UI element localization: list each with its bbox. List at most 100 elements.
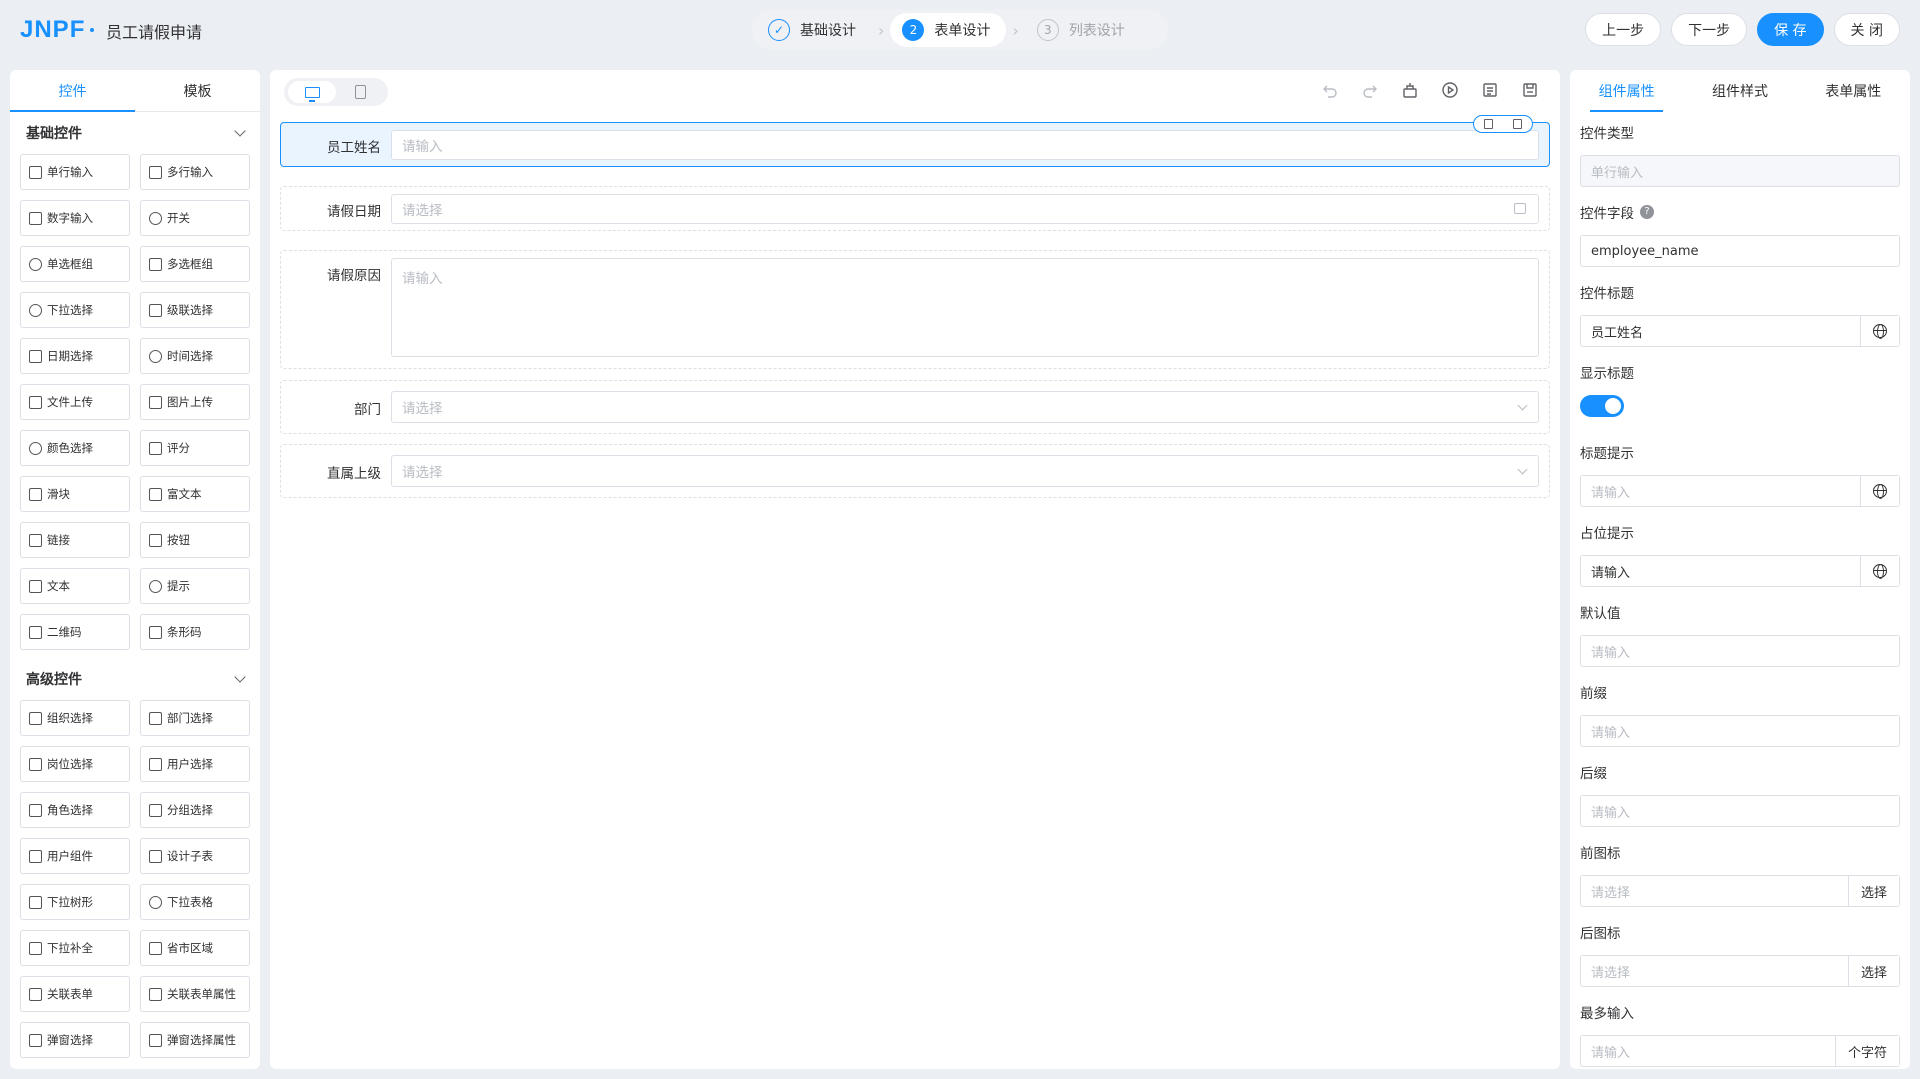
component-item[interactable]: 下拉树形 (20, 884, 130, 920)
help-icon[interactable]: ? (1640, 205, 1654, 219)
component-item[interactable]: 弹窗选择属性 (140, 1022, 250, 1058)
component-item[interactable]: 角色选择 (20, 792, 130, 828)
form-item-department[interactable]: 部门 请选择 (280, 380, 1550, 434)
tab-form-props[interactable]: 表单属性 (1797, 70, 1910, 112)
employee-name-input[interactable]: 请输入 (391, 130, 1539, 160)
popup-attr-icon (149, 1033, 162, 1047)
component-item[interactable]: 按钮 (140, 522, 250, 558)
clear-icon[interactable] (1400, 80, 1420, 100)
component-item[interactable]: 单行输入 (20, 154, 130, 190)
component-label: 角色选择 (47, 803, 93, 817)
component-item[interactable]: 下拉选择 (20, 292, 130, 328)
tab-component-props[interactable]: 组件属性 (1570, 70, 1683, 112)
form-item-leave-date[interactable]: 请假日期 请选择 (280, 186, 1550, 231)
leave-date-picker[interactable]: 请选择 (391, 194, 1539, 224)
component-item[interactable]: 多选框组 (140, 246, 250, 282)
copy-icon[interactable] (1484, 119, 1493, 129)
i18n-button[interactable] (1860, 556, 1899, 586)
prop-suffix-icon: 后图标 请选择 选择 (1580, 922, 1900, 987)
relation-form-icon (29, 987, 42, 1001)
pc-view-button[interactable] (288, 81, 336, 103)
redo-icon[interactable] (1360, 80, 1380, 100)
select-icon-button[interactable]: 选择 (1847, 876, 1899, 906)
input-placeholder: 请输入 (402, 271, 443, 287)
department-select[interactable]: 请选择 (391, 391, 1539, 423)
basic-component-grid: 单行输入 多行输入 数字输入 开关 单选框组 多选框组 下拉选择 级联选择 日期选择 时间选择 文件… (10, 154, 260, 650)
maxlength-input[interactable]: 请输入 个字符 (1580, 1035, 1900, 1067)
basic-group-header[interactable]: 基础控件 (10, 112, 260, 154)
tab-component-style[interactable]: 组件样式 (1683, 70, 1796, 112)
component-item[interactable]: 级联选择 (140, 292, 250, 328)
suffix-icon-input[interactable]: 请选择 选择 (1580, 955, 1900, 987)
component-item[interactable]: 二维码 (20, 614, 130, 650)
form-item-supervisor[interactable]: 直属上级 请选择 (280, 444, 1550, 498)
component-item[interactable]: 开关 (140, 200, 250, 236)
preview-icon[interactable] (1440, 80, 1460, 100)
title-tip-input[interactable]: 请输入 (1580, 475, 1900, 507)
component-item[interactable]: 文件上传 (20, 384, 130, 420)
json-icon[interactable] (1480, 80, 1500, 100)
component-item[interactable]: 文本 (20, 568, 130, 604)
component-item[interactable]: 日期选择 (20, 338, 130, 374)
component-item[interactable]: 组织选择 (20, 700, 130, 736)
component-item[interactable]: 用户选择 (140, 746, 250, 782)
component-item[interactable]: 单选框组 (20, 246, 130, 282)
component-item[interactable]: 时间选择 (140, 338, 250, 374)
component-item[interactable]: 用户组件 (20, 838, 130, 874)
form-item-leave-reason[interactable]: 请假原因 请输入 (280, 250, 1550, 369)
component-item[interactable]: 颜色选择 (20, 430, 130, 466)
component-item[interactable]: 部门选择 (140, 700, 250, 736)
component-item[interactable]: 分组选择 (140, 792, 250, 828)
next-step-button[interactable]: 下一步 (1671, 13, 1748, 46)
tab-components[interactable]: 控件 (10, 70, 135, 112)
component-item[interactable]: 富文本 (140, 476, 250, 512)
component-item[interactable]: 岗位选择 (20, 746, 130, 782)
i18n-button[interactable] (1860, 476, 1899, 506)
placeholder-input[interactable]: 请输入 (1580, 555, 1900, 587)
component-item[interactable]: 图片上传 (140, 384, 250, 420)
select-icon-button[interactable]: 选择 (1847, 956, 1899, 986)
save-draft-icon[interactable] (1520, 80, 1540, 100)
component-item[interactable]: 条形码 (140, 614, 250, 650)
form-item-employee-name[interactable]: 员工姓名 请输入 (280, 115, 1550, 167)
component-item[interactable]: 评分 (140, 430, 250, 466)
tab-templates[interactable]: 模板 (135, 70, 260, 111)
prop-label: 前图标 (1580, 846, 1621, 862)
control-title-input[interactable]: 员工姓名 (1580, 315, 1900, 347)
component-item[interactable]: 提示 (140, 568, 250, 604)
i18n-button[interactable] (1860, 316, 1899, 346)
component-item[interactable]: 弹窗选择 (20, 1022, 130, 1058)
component-label: 省市区域 (167, 941, 213, 955)
component-item[interactable]: 设计子表 (140, 838, 250, 874)
save-button[interactable]: 保 存 (1757, 13, 1824, 46)
default-value-input[interactable]: 请输入 (1580, 635, 1900, 667)
prefix-input[interactable]: 请输入 (1580, 715, 1900, 747)
step-list-design[interactable]: 3 列表设计 (1025, 13, 1141, 47)
step-form-design[interactable]: 2 表单设计 (890, 13, 1007, 47)
component-item[interactable]: 下拉补全 (20, 930, 130, 966)
component-item[interactable]: 滑块 (20, 476, 130, 512)
prev-step-button[interactable]: 上一步 (1585, 13, 1662, 46)
prop-label: 后图标 (1580, 926, 1621, 942)
suffix-input[interactable]: 请输入 (1580, 795, 1900, 827)
monitor-icon (304, 86, 320, 102)
supervisor-select[interactable]: 请选择 (391, 455, 1539, 487)
component-item[interactable]: 省市区域 (140, 930, 250, 966)
close-button[interactable]: 关 闭 (1833, 13, 1900, 46)
undo-icon[interactable] (1320, 80, 1340, 100)
prefix-icon-input[interactable]: 请选择 选择 (1580, 875, 1900, 907)
advanced-group-header[interactable]: 高级控件 (10, 658, 260, 700)
mobile-view-button[interactable] (336, 81, 384, 103)
delete-icon[interactable] (1513, 119, 1522, 129)
component-item[interactable]: 链接 (20, 522, 130, 558)
show-title-switch[interactable] (1580, 395, 1624, 417)
component-item[interactable]: 关联表单属性 (140, 976, 250, 1012)
component-item[interactable]: 下拉表格 (140, 884, 250, 920)
step-basic-design[interactable]: ✓ 基础设计 (756, 13, 872, 47)
component-item[interactable]: 多行输入 (140, 154, 250, 190)
component-item[interactable]: 数字输入 (20, 200, 130, 236)
component-item[interactable]: 关联表单 (20, 976, 130, 1012)
control-field-input[interactable]: employee_name (1580, 235, 1900, 267)
group-icon (149, 803, 162, 817)
leave-reason-textarea[interactable]: 请输入 (391, 258, 1539, 357)
